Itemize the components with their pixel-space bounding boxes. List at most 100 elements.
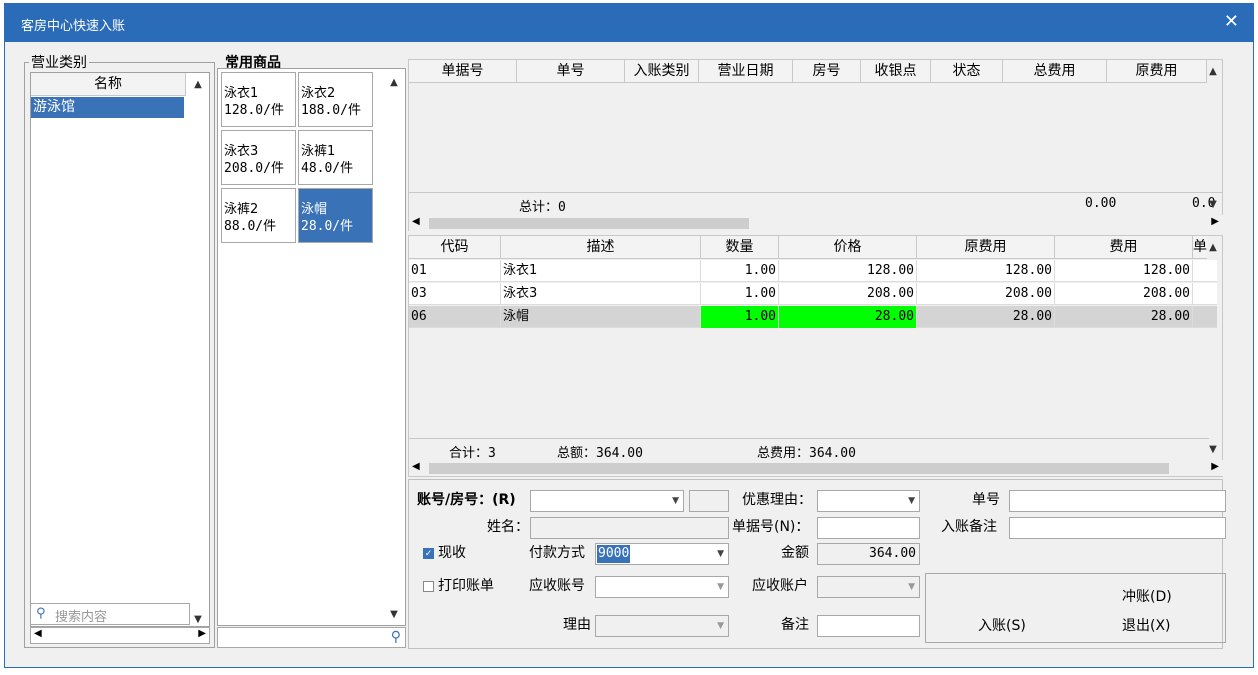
chevron-down-icon[interactable]: ▼: [717, 616, 724, 636]
goods-tile-5[interactable]: 泳帽 28.0/件: [298, 188, 373, 243]
scroll-down-icon[interactable]: ▼: [190, 612, 206, 628]
column-header[interactable]: 收银点: [861, 60, 931, 82]
order-no-label: 单号: [972, 492, 1000, 508]
remark-field[interactable]: [817, 615, 920, 637]
detail-grid-header: 代码 描述 数量 价格 原费用 费用 单: [409, 236, 1207, 259]
category-list[interactable]: 名称 游泳馆 ▲ ▼: [30, 72, 210, 627]
chevron-down-icon[interactable]: ▼: [672, 491, 679, 511]
column-header[interactable]: 状态: [931, 60, 1003, 82]
table-row[interactable]: 01 泳衣1 1.00 128.00 128.00 128.00: [409, 260, 1217, 282]
column-header[interactable]: 单据号: [409, 60, 517, 82]
goods-tile-area: 泳衣1 128.0/件 泳衣2 188.0/件 泳衣3 208.0/件 泳裤1 48.0…: [217, 68, 406, 626]
ar-user-combo[interactable]: ▼: [817, 576, 920, 598]
title-bar: 客房中心快速入账 ✕: [5, 4, 1253, 42]
cash-checkbox[interactable]: ✓: [423, 548, 434, 559]
column-header[interactable]: 费用: [1055, 236, 1193, 258]
name-label: 姓名：: [487, 519, 529, 535]
detail-hscrollbar[interactable]: ◀ ▶: [409, 460, 1223, 476]
cell-qty: 1.00: [701, 283, 779, 305]
cell-desc: 泳衣1: [501, 260, 701, 282]
amount-label: 金额: [781, 545, 809, 561]
cell-orig: 28.00: [917, 306, 1055, 328]
cell-qty[interactable]: 1.00: [701, 306, 779, 328]
cell-code: 06: [409, 306, 501, 328]
goods-tile-0[interactable]: 泳衣1 128.0/件: [221, 72, 296, 127]
print-checkbox[interactable]: [423, 581, 434, 592]
account-combo[interactable]: ▼: [530, 490, 684, 512]
cell-price[interactable]: 28.00: [779, 306, 917, 328]
goods-tile-3[interactable]: 泳裤1 48.0/件: [298, 130, 373, 185]
column-header[interactable]: 入账类别: [625, 60, 699, 82]
search-placeholder: 搜索内容: [55, 610, 108, 625]
column-header[interactable]: 房号: [793, 60, 861, 82]
list-item[interactable]: 游泳馆: [31, 97, 184, 118]
discount-combo[interactable]: ▼: [817, 490, 920, 512]
category-search-input[interactable]: ⚲ 搜索内容: [30, 603, 190, 625]
column-header[interactable]: 总费用: [1003, 60, 1107, 82]
column-header[interactable]: 数量: [701, 236, 779, 258]
scroll-up-icon[interactable]: ▲: [386, 75, 402, 91]
cell-qty: 1.00: [701, 260, 779, 282]
post-button[interactable]: 入账(S): [978, 615, 1026, 635]
column-header-name[interactable]: 名称: [31, 73, 186, 95]
scroll-down-icon[interactable]: ▼: [1205, 442, 1221, 458]
column-header[interactable]: 原费用: [917, 236, 1055, 258]
exit-button[interactable]: 退出(X): [1122, 615, 1171, 635]
scroll-thumb[interactable]: [429, 463, 1169, 474]
chevron-down-icon[interactable]: ▼: [717, 544, 724, 564]
bill-total-count: 总计：0: [519, 200, 566, 215]
account-label: 账号/房号：(R): [417, 492, 516, 508]
cell-code: 01: [409, 260, 501, 282]
table-row[interactable]: 03 泳衣3 1.00 208.00 208.00 208.00: [409, 283, 1217, 305]
pay-method-combo[interactable]: 9000 ▼: [595, 543, 729, 565]
scroll-thumb[interactable]: [429, 218, 749, 229]
scroll-up-icon[interactable]: ▲: [190, 77, 206, 93]
goods-search-input[interactable]: ⚲: [217, 627, 406, 648]
close-icon[interactable]: ✕: [1224, 11, 1239, 32]
reason-combo[interactable]: ▼: [595, 615, 729, 637]
chevron-down-icon[interactable]: ▼: [908, 577, 915, 597]
cell-price: 208.00: [779, 283, 917, 305]
bill-no-field[interactable]: [817, 517, 920, 539]
scroll-down-icon[interactable]: ▼: [386, 607, 402, 623]
name-field: [530, 517, 729, 539]
bill-total-fee: 0.00: [1085, 196, 1117, 211]
goods-tile-1[interactable]: 泳衣2 188.0/件: [298, 72, 373, 127]
column-header[interactable]: 价格: [779, 236, 917, 258]
detail-amount: 总额：364.00: [557, 446, 643, 461]
cell-desc: 泳帽: [501, 306, 701, 328]
scroll-right-icon[interactable]: ▶: [198, 628, 206, 639]
amount-field: 364.00: [817, 543, 920, 565]
column-header[interactable]: 单号: [517, 60, 625, 82]
column-header[interactable]: 营业日期: [699, 60, 793, 82]
scroll-right-icon[interactable]: ▶: [1211, 461, 1219, 472]
chevron-down-icon[interactable]: ▼: [908, 491, 915, 511]
scroll-right-icon[interactable]: ▶: [1211, 216, 1219, 227]
bill-grid-footer: 总计：0 0.00 0.0: [409, 192, 1223, 215]
scroll-left-icon[interactable]: ◀: [412, 461, 420, 472]
scroll-left-icon[interactable]: ◀: [34, 628, 42, 639]
bill-hscrollbar[interactable]: ◀ ▶: [409, 215, 1223, 231]
ar-account-combo[interactable]: ▼: [595, 576, 729, 598]
detail-grid-footer: 合计：3 总额：364.00 总费用：364.00: [409, 438, 1209, 461]
goods-tile-4[interactable]: 泳裤2 88.0/件: [221, 188, 296, 243]
table-row-selected[interactable]: 06 泳帽 1.00 28.00 28.00 28.00: [409, 306, 1217, 328]
goods-tile-2[interactable]: 泳衣3 208.0/件: [221, 130, 296, 185]
column-header[interactable]: 原费用: [1107, 60, 1207, 82]
scroll-down-icon[interactable]: ▼: [1205, 197, 1221, 213]
scroll-left-icon[interactable]: ◀: [412, 216, 420, 227]
post-remark-field[interactable]: [1009, 517, 1226, 539]
column-header[interactable]: 描述: [501, 236, 701, 258]
print-label: 打印账单: [438, 578, 494, 594]
chevron-down-icon[interactable]: ▼: [717, 577, 724, 597]
column-header[interactable]: 代码: [409, 236, 501, 258]
order-no-field[interactable]: [1009, 490, 1226, 512]
action-button-panel: 冲账(D) 入账(S) 退出(X): [925, 573, 1226, 643]
search-icon[interactable]: ⚲: [391, 629, 401, 645]
scroll-up-icon[interactable]: ▲: [1205, 64, 1221, 80]
reverse-button[interactable]: 冲账(D): [1122, 586, 1172, 606]
category-group-label: 营业类别: [29, 52, 89, 72]
category-hscrollbar[interactable]: ◀ ▶: [30, 627, 210, 644]
scroll-up-icon[interactable]: ▲: [1205, 240, 1221, 256]
dialog-window: 客房中心快速入账 ✕ 营业类别 名称 游泳馆 ▲ ▼ ⚲ 搜索内容 ◀ ▶ 常用…: [4, 3, 1254, 668]
